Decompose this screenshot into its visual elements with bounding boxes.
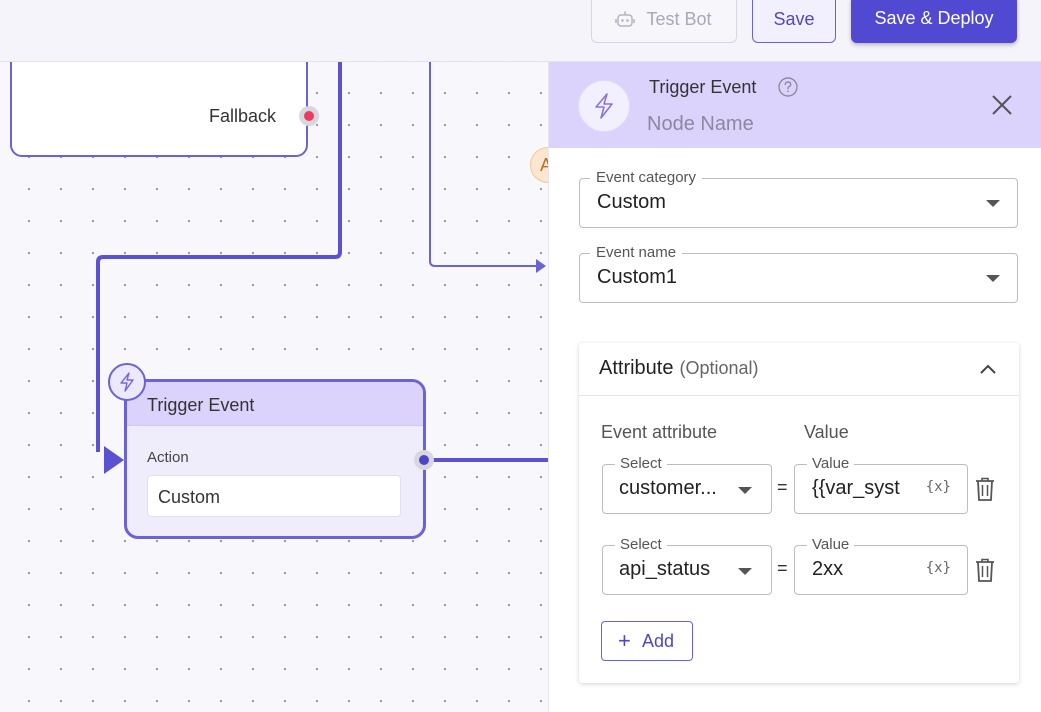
trigger-node-title: Trigger Event xyxy=(127,382,423,426)
value-text: {{var_syst xyxy=(812,477,900,499)
attribute-select[interactable]: Select customer... xyxy=(602,455,772,514)
robot-icon xyxy=(615,11,635,27)
value-header: Value xyxy=(804,422,849,442)
event-category-label: Event category xyxy=(590,169,703,187)
chevron-down-icon xyxy=(986,200,1000,207)
event-category-value: Custom xyxy=(597,191,666,213)
add-label: Add xyxy=(642,631,675,651)
node-name-input[interactable]: Node Name xyxy=(647,113,754,136)
fallback-handle[interactable] xyxy=(299,106,319,126)
variable-icon[interactable]: {x} xyxy=(926,479,951,495)
trigger-event-node[interactable]: Trigger Event Action Custom xyxy=(124,379,426,539)
variable-icon[interactable]: {x} xyxy=(926,560,951,576)
event-name-label: Event name xyxy=(590,244,683,262)
save-button[interactable]: Save xyxy=(752,0,836,43)
value-label: Value xyxy=(807,536,855,554)
output-handle[interactable] xyxy=(414,450,434,470)
select-value: customer... xyxy=(619,477,717,499)
chevron-down-icon xyxy=(986,275,1000,282)
select-value: api_status xyxy=(619,558,711,580)
value-label: Value xyxy=(807,455,855,473)
close-icon[interactable] xyxy=(990,93,1014,117)
attribute-optional-label: (Optional) xyxy=(679,358,759,378)
action-value[interactable]: Custom xyxy=(147,475,401,517)
attribute-title-text: Attribute xyxy=(599,357,674,379)
delete-icon[interactable] xyxy=(974,557,996,583)
event-attribute-header: Event attribute xyxy=(601,422,718,442)
event-name-value: Custom1 xyxy=(597,266,678,288)
select-label: Select xyxy=(615,536,667,554)
help-icon[interactable] xyxy=(778,77,798,97)
delete-icon[interactable] xyxy=(974,476,996,502)
value-text: 2xx xyxy=(812,558,844,580)
lightning-icon xyxy=(578,80,630,132)
action-label: Action xyxy=(147,449,189,466)
lightning-icon xyxy=(108,363,146,401)
chevron-up-icon[interactable] xyxy=(979,363,997,375)
attribute-value-input[interactable]: Value 2xx {x} xyxy=(794,536,968,595)
chevron-down-icon xyxy=(738,568,752,575)
node-config-panel: Trigger Event Node Name Event category C… xyxy=(548,62,1041,712)
chevron-down-icon xyxy=(738,487,752,494)
plus-icon: + xyxy=(618,628,631,653)
select-label: Select xyxy=(615,455,667,473)
event-name-select[interactable]: Event name Custom1 xyxy=(579,244,1018,303)
save-deploy-button[interactable]: Save & Deploy xyxy=(851,0,1017,43)
add-attribute-button[interactable]: + Add xyxy=(601,621,693,661)
flow-canvas[interactable]: Fallback A Trigger Event Action Custom xyxy=(0,0,548,712)
equals-sign: = xyxy=(777,558,788,578)
test-bot-button[interactable]: Test Bot xyxy=(591,0,737,43)
fallback-label: Fallback xyxy=(208,106,276,126)
attribute-value-input[interactable]: Value {{var_syst {x} xyxy=(794,455,968,514)
panel-header: Trigger Event Node Name xyxy=(549,62,1041,148)
equals-sign: = xyxy=(777,477,788,497)
top-toolbar: Test Bot Save Save & Deploy xyxy=(0,0,1041,62)
panel-title: Trigger Event xyxy=(649,77,757,97)
attribute-header[interactable]: Attribute (Optional) xyxy=(579,343,1019,396)
event-category-select[interactable]: Event category Custom xyxy=(579,169,1018,228)
attribute-section: Attribute (Optional) Event attribute Valu… xyxy=(579,343,1019,683)
attribute-title: Attribute (Optional) xyxy=(599,357,759,380)
attribute-select[interactable]: Select api_status xyxy=(602,536,772,595)
